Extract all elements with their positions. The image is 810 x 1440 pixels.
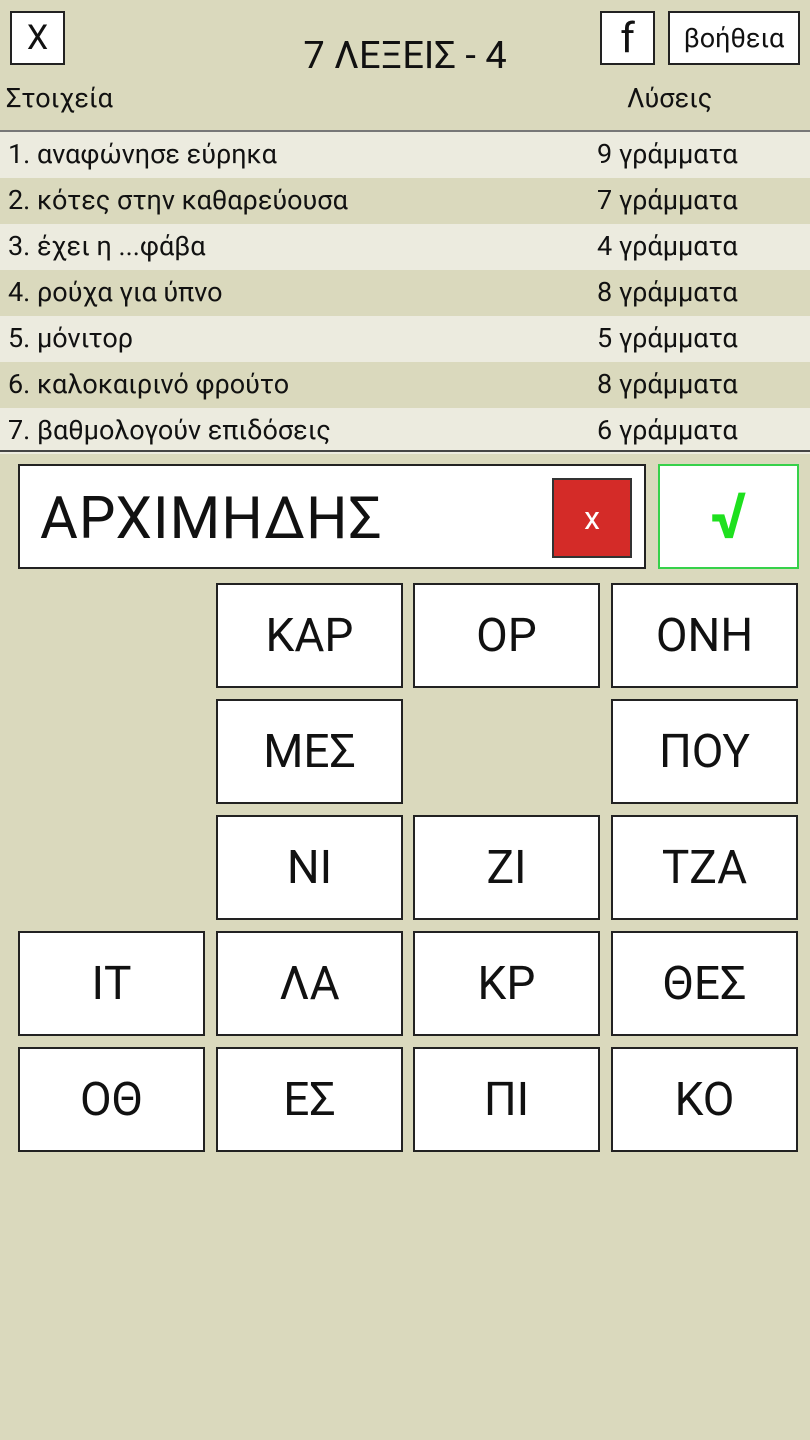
clue-list: 1. αναφώνησε εύρηκα 9 γράμματα 2. κότες … xyxy=(0,132,810,454)
answer-text: ΑΡΧΙΜΗΔΗΣ xyxy=(40,485,383,553)
syllable-tile[interactable]: ΜΕΣ xyxy=(216,699,403,804)
clue-text: 3. έχει η ...φάβα xyxy=(8,230,206,262)
answer-display: ΑΡΧΙΜΗΔΗΣ x xyxy=(18,464,646,569)
syllable-tile[interactable]: ΚΡ xyxy=(413,931,600,1036)
clue-solution-length: 6 γράμματα xyxy=(597,414,738,446)
clue-text: 6. καλοκαιρινό φρούτο xyxy=(8,368,290,400)
solutions-column-header: Λύσεις xyxy=(627,82,713,114)
clue-solution-length: 5 γράμματα xyxy=(597,322,738,354)
clue-text: 4. ρούχα για ύπνο xyxy=(8,276,223,308)
syllable-tile[interactable]: ΝΙ xyxy=(216,815,403,920)
clear-answer-button[interactable]: x xyxy=(552,478,632,558)
syllable-tile[interactable]: ΚΑΡ xyxy=(216,583,403,688)
clue-solution-length: 4 γράμματα xyxy=(597,230,738,262)
syllable-tile[interactable]: ΕΣ xyxy=(216,1047,403,1152)
clue-row[interactable]: 5. μόνιτορ 5 γράμματα xyxy=(0,316,810,362)
close-button[interactable]: X xyxy=(10,11,65,65)
clue-row[interactable]: 7. βαθμολογούν επιδόσεις 6 γράμματα xyxy=(0,408,810,454)
syllable-tile[interactable]: ΠΙ xyxy=(413,1047,600,1152)
syllable-tile[interactable]: ΖΙ xyxy=(413,815,600,920)
syllable-tile[interactable]: ΘΕΣ xyxy=(611,931,798,1036)
syllable-tile[interactable]: ΟΝΗ xyxy=(611,583,798,688)
check-answer-button[interactable]: √ xyxy=(658,464,799,569)
clue-row[interactable]: 1. αναφώνησε εύρηκα 9 γράμματα xyxy=(0,132,810,178)
clue-solution-length: 8 γράμματα xyxy=(597,276,738,308)
clue-text: 5. μόνιτορ xyxy=(8,322,134,354)
clue-row[interactable]: 4. ρούχα για ύπνο 8 γράμματα xyxy=(0,270,810,316)
syllable-tile[interactable]: ΚΟ xyxy=(611,1047,798,1152)
help-button[interactable]: βοήθεια xyxy=(668,11,800,65)
facebook-share-button[interactable]: f xyxy=(600,11,655,65)
clue-text: 1. αναφώνησε εύρηκα xyxy=(8,138,277,170)
clue-text: 2. κότες στην καθαρεύουσα xyxy=(8,184,348,216)
syllable-tile[interactable]: ΙΤ xyxy=(18,931,205,1036)
clue-row[interactable]: 6. καλοκαιρινό φρούτο 8 γράμματα xyxy=(0,362,810,408)
clues-column-header: Στοιχεία xyxy=(6,82,113,114)
clue-row[interactable]: 3. έχει η ...φάβα 4 γράμματα xyxy=(0,224,810,270)
clue-text: 7. βαθμολογούν επιδόσεις xyxy=(8,414,331,446)
clue-solution-length: 7 γράμματα xyxy=(597,184,738,216)
syllable-tile[interactable]: ΛΑ xyxy=(216,931,403,1036)
clue-row[interactable]: 2. κότες στην καθαρεύουσα 7 γράμματα xyxy=(0,178,810,224)
syllable-tile[interactable]: ΟΘ xyxy=(18,1047,205,1152)
syllable-tile[interactable]: ΤΖΑ xyxy=(611,815,798,920)
list-divider xyxy=(0,450,810,452)
clue-solution-length: 8 γράμματα xyxy=(597,368,738,400)
clue-solution-length: 9 γράμματα xyxy=(597,138,738,170)
syllable-tile[interactable]: ΠΟΥ xyxy=(611,699,798,804)
syllable-tile[interactable]: ΟΡ xyxy=(413,583,600,688)
